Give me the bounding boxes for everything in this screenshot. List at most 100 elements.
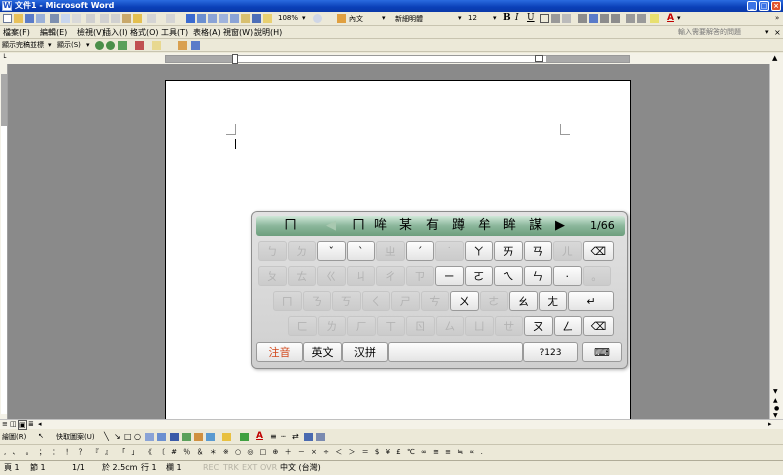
style-select[interactable]: 內文 bbox=[349, 14, 363, 24]
candidate-7[interactable]: 眸 bbox=[503, 216, 516, 236]
help-question-box[interactable]: 輸入需要解答的問題 bbox=[678, 27, 741, 38]
insert-picture-icon[interactable] bbox=[206, 433, 215, 441]
candidate-2[interactable]: 哞 bbox=[374, 216, 387, 236]
justify-icon[interactable] bbox=[611, 14, 620, 23]
italic-button[interactable]: I bbox=[515, 13, 519, 23]
select-browse-object-button[interactable]: ● bbox=[774, 405, 779, 412]
candidate-6[interactable]: 牟 bbox=[478, 216, 491, 236]
show-hide-icon[interactable] bbox=[263, 14, 272, 23]
candidate-1[interactable]: ㄇ bbox=[352, 216, 365, 236]
help-icon[interactable] bbox=[313, 14, 322, 23]
reject-change-icon[interactable] bbox=[135, 41, 144, 50]
vertical-ruler[interactable] bbox=[1, 74, 7, 414]
ime-key-r2-10[interactable]: ㄣ bbox=[523, 266, 552, 286]
next-change-icon[interactable] bbox=[106, 41, 115, 50]
ime-key-r1-10[interactable]: ㄢ bbox=[523, 241, 552, 261]
wordart-icon[interactable] bbox=[170, 433, 179, 441]
hyperlink-icon[interactable] bbox=[186, 14, 195, 23]
scroll-left-arrow[interactable]: ◂ bbox=[38, 420, 42, 428]
ime-key-r3-10[interactable]: ㄤ bbox=[538, 291, 567, 311]
scroll-right-arrow[interactable]: ▸ bbox=[768, 420, 772, 428]
ime-key-r1-11[interactable]: ㄦ bbox=[553, 241, 582, 261]
ime-key-r2-8[interactable]: ㄛ bbox=[464, 266, 493, 286]
font-dropdown-arrow[interactable]: ▾ bbox=[458, 14, 462, 22]
menu-insert[interactable]: 插入(I) bbox=[103, 27, 128, 38]
track-changes-icon[interactable] bbox=[178, 41, 187, 50]
numbers-mode-key[interactable]: ?123 bbox=[523, 342, 578, 362]
ime-key-r3-3[interactable]: ㄎ bbox=[332, 291, 361, 311]
ime-key-r4-5[interactable]: ㄖ bbox=[406, 316, 435, 336]
char-shading-icon[interactable] bbox=[551, 14, 560, 23]
rectangle-icon[interactable]: □ bbox=[124, 432, 132, 441]
save-icon[interactable] bbox=[25, 14, 34, 23]
permission-icon[interactable] bbox=[36, 14, 45, 23]
line-icon[interactable]: ╲ bbox=[104, 432, 109, 441]
toolbar-options-icon[interactable]: » bbox=[775, 14, 779, 22]
drawing-icon[interactable] bbox=[241, 14, 250, 23]
ime-key-r2-7[interactable]: ㄧ bbox=[435, 266, 464, 286]
ime-key-r4-9[interactable]: ㄡ bbox=[524, 316, 553, 336]
candidate-next-button[interactable]: ▶ bbox=[555, 216, 565, 236]
scroll-down-arrow[interactable]: ▼ bbox=[773, 388, 778, 395]
ime-key-r3-9[interactable]: ㄠ bbox=[509, 291, 538, 311]
candidate-8[interactable]: 謀 bbox=[529, 216, 542, 236]
clip-art-icon[interactable] bbox=[194, 433, 203, 441]
ime-key-r2-2[interactable]: ㄊ bbox=[287, 266, 316, 286]
ime-key-r1-4[interactable]: ˋ bbox=[346, 241, 375, 261]
cut-icon[interactable] bbox=[100, 14, 109, 23]
ime-key-r1-3[interactable]: ˇ bbox=[317, 241, 346, 261]
word-app-icon[interactable]: W bbox=[2, 1, 12, 11]
font-color-button[interactable]: A bbox=[667, 13, 674, 23]
columns-icon[interactable] bbox=[230, 14, 239, 23]
scroll-up-arrow[interactable]: ▲ bbox=[772, 54, 777, 62]
char-border-icon[interactable] bbox=[540, 14, 549, 23]
zoom-select[interactable]: 108% bbox=[278, 14, 298, 22]
maximize-button[interactable]: □ bbox=[759, 1, 769, 11]
redo-icon[interactable] bbox=[166, 14, 175, 23]
ime-key-r3-5[interactable]: ㄕ bbox=[391, 291, 420, 311]
font-size-dropdown-arrow[interactable]: ▾ bbox=[493, 14, 497, 22]
font-color-dropdown-arrow[interactable]: ▾ bbox=[677, 14, 681, 22]
pinyin-mode-key[interactable]: 汉拼 bbox=[342, 342, 388, 362]
ime-key-r1-9[interactable]: ㄞ bbox=[494, 241, 523, 261]
ime-key-r2-6[interactable]: ㄗ bbox=[405, 266, 434, 286]
status-ext[interactable]: EXT bbox=[242, 461, 257, 475]
line-color-icon[interactable] bbox=[240, 433, 249, 441]
ime-key-r1-2[interactable]: ㄉ bbox=[287, 241, 316, 261]
spelling-icon[interactable] bbox=[86, 14, 95, 23]
print-layout-button[interactable]: ▣ bbox=[18, 420, 27, 430]
styles-formatting-icon[interactable] bbox=[337, 14, 346, 23]
zhuyin-mode-key[interactable]: 注音 bbox=[256, 342, 303, 362]
close-button[interactable]: × bbox=[771, 1, 781, 11]
menu-file[interactable]: 檔案(F) bbox=[3, 27, 30, 38]
right-indent-marker[interactable] bbox=[535, 55, 543, 62]
ime-key-r2-9[interactable]: ㄟ bbox=[494, 266, 523, 286]
shadow-style-icon[interactable] bbox=[304, 433, 313, 441]
align-right-icon[interactable] bbox=[600, 14, 609, 23]
draw-menu-button[interactable]: 繪圖(R) bbox=[2, 432, 26, 442]
bold-button[interactable]: B bbox=[503, 13, 511, 23]
display-for-review-select[interactable]: 顯示完稿並標 bbox=[2, 40, 44, 51]
numbering-icon[interactable] bbox=[626, 14, 635, 23]
ime-key-r4-1[interactable]: ㄈ bbox=[288, 316, 317, 336]
print-preview-icon[interactable] bbox=[61, 14, 70, 23]
menu-table[interactable]: 表格(A) bbox=[193, 27, 221, 38]
ime-key-r3-1[interactable]: ㄇ bbox=[273, 291, 302, 311]
font-size-select[interactable]: 12 bbox=[468, 14, 477, 22]
insert-comment-icon[interactable] bbox=[152, 41, 161, 50]
draw-font-color-icon[interactable]: A bbox=[256, 431, 263, 441]
ime-key-r3-7[interactable]: ㄨ bbox=[450, 291, 479, 311]
tab-selector-icon[interactable]: └ bbox=[2, 54, 6, 62]
menu-edit[interactable]: 編輯(E) bbox=[40, 27, 67, 38]
ime-key-r4-8[interactable]: ㄝ bbox=[494, 316, 523, 336]
undo-icon[interactable] bbox=[147, 14, 156, 23]
copy-icon[interactable] bbox=[111, 14, 120, 23]
next-page-button[interactable]: ▼ bbox=[773, 412, 778, 419]
horizontal-scrollbar[interactable]: ≡ ◫ ▣ ≣ ◂ ▸ bbox=[0, 419, 783, 430]
ime-key-r4-3[interactable]: ㄏ bbox=[347, 316, 376, 336]
text-box-icon[interactable] bbox=[145, 433, 154, 441]
ime-key-r3-8[interactable]: ㄜ bbox=[479, 291, 508, 311]
menu-tools[interactable]: 工具(T) bbox=[161, 27, 188, 38]
ime-key-r1-5[interactable]: ㄓ bbox=[376, 241, 405, 261]
menu-format[interactable]: 格式(O) bbox=[130, 27, 159, 38]
